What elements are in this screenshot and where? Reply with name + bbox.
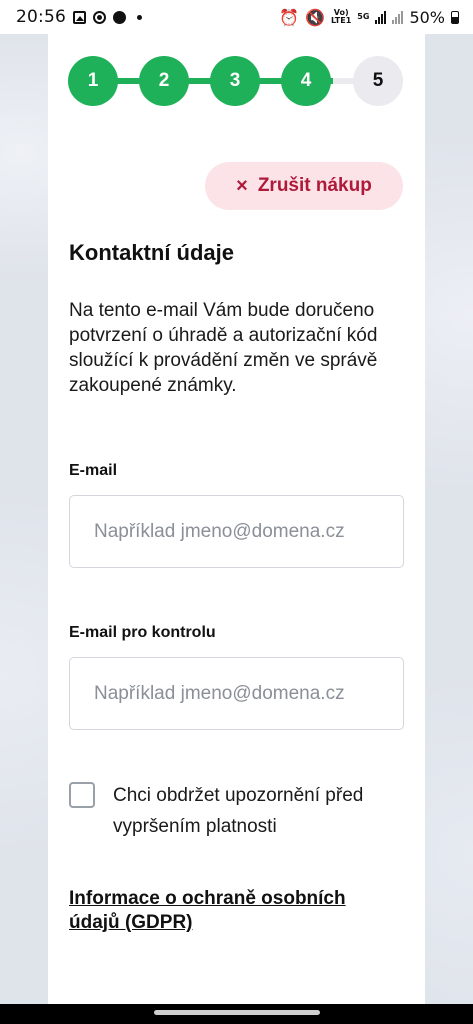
battery-icon (451, 10, 459, 24)
signal-icon (375, 10, 387, 24)
media-notification-icon (93, 10, 106, 24)
status-time: 20:56 (16, 7, 66, 27)
expiry-notification-checkbox[interactable] (69, 782, 95, 808)
cancel-purchase-button[interactable]: × Zrušit nákup (205, 162, 403, 210)
email-confirm-label: E-mail pro kontrolu (69, 624, 216, 641)
cancel-purchase-label: Zrušit nákup (257, 175, 372, 196)
alarm-icon: ⏰ (279, 7, 300, 27)
gallery-notification-icon (73, 10, 86, 24)
network-type-indicator: 5G (357, 12, 370, 21)
close-icon: × (236, 175, 248, 197)
section-description: Na tento e-mail Vám bude doručeno potvrz… (69, 300, 378, 396)
section-title: Kontaktní údaje (69, 240, 235, 265)
email-confirm-field[interactable] (69, 657, 404, 730)
signal-2-icon (392, 10, 404, 24)
mute-icon: 🔇 (305, 7, 326, 27)
more-notifications-icon (137, 14, 142, 20)
volte-indicator: Vo) LTE1 (331, 8, 352, 25)
status-bar: 20:56 ⏰ 🔇 Vo) LTE1 5G 50% (0, 0, 473, 34)
step-3: 3 (210, 56, 260, 106)
home-gesture-handle[interactable] (154, 1010, 320, 1015)
email-field[interactable] (69, 495, 404, 568)
progress-stepper: 1 2 3 4 5 (68, 56, 404, 106)
step-1: 1 (68, 56, 118, 106)
step-5: 5 (353, 56, 403, 106)
gdpr-info-link[interactable]: Informace o ochraně osobních údajů (GDPR… (69, 887, 369, 935)
email-label: E-mail (69, 462, 118, 479)
step-2: 2 (139, 56, 189, 106)
checkout-card: 1 2 3 4 5 × Zrušit nákup Kontaktní údaje… (48, 34, 425, 1004)
battery-percent: 50% (409, 7, 445, 27)
expiry-notification-label[interactable]: Chci obdržet upozornění před vypršením p… (113, 780, 403, 842)
messenger-notification-icon (113, 10, 126, 24)
step-4: 4 (281, 56, 331, 106)
